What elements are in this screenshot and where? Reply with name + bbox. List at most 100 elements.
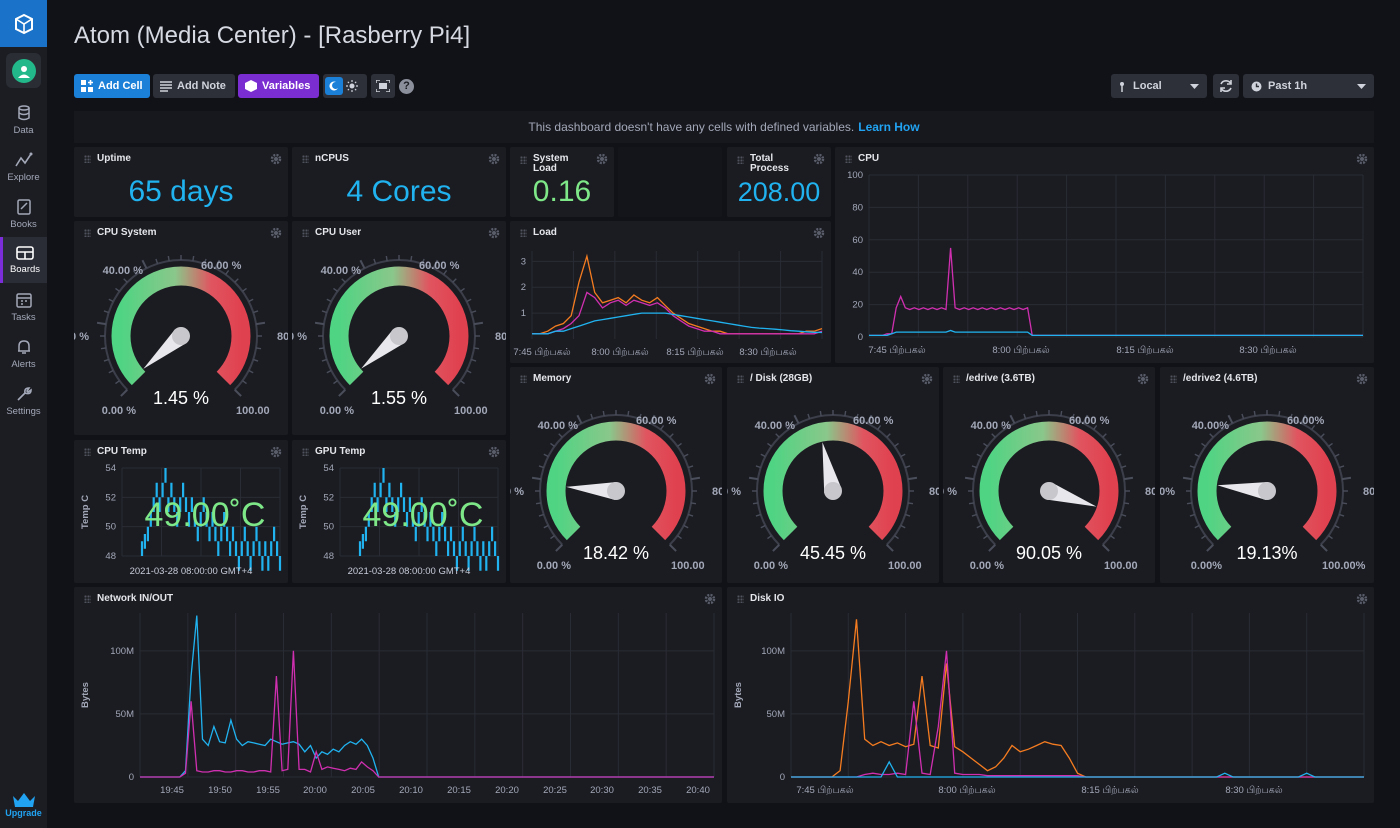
presentation-mode-button[interactable] (371, 74, 395, 98)
gauge-tick (1060, 410, 1063, 417)
gauge-tick (767, 535, 772, 540)
gear-icon[interactable] (596, 153, 608, 165)
page-title[interactable]: Atom (Media Center) - [Rasberry Pi4] (74, 22, 470, 50)
y-tick-label: 52 (323, 492, 334, 503)
sidebar-item-books[interactable]: Books (0, 191, 47, 237)
y-tick-label: 1 (521, 308, 526, 319)
gauge-label-0: 0.00 % (970, 560, 1004, 572)
gauge-tick (167, 255, 170, 262)
gauge-label-100: 100.00% (1322, 560, 1366, 572)
gauge-tick (1341, 476, 1352, 481)
drag-handle-icon[interactable] (302, 155, 309, 163)
y-tick-label: 60 (852, 235, 863, 246)
gauge-tick (1334, 524, 1340, 529)
drag-handle-icon[interactable] (737, 156, 744, 164)
gauge-tick (1121, 465, 1127, 469)
gauge-tick (677, 442, 682, 447)
gauge-label-80: 80 (929, 486, 939, 498)
cell-cpu-system: CPU System 40.00 %60.00 %20.00 %800.00 %… (74, 221, 288, 435)
theme-toggle[interactable] (323, 74, 367, 98)
gauge-tick (886, 433, 891, 438)
gauge-tick (96, 321, 107, 326)
gauge-tick (1116, 453, 1122, 458)
sidebar-item-alerts[interactable]: Alerts (0, 331, 47, 377)
fullscreen-icon (376, 80, 390, 92)
sidebar-item-settings[interactable]: Settings (0, 378, 47, 424)
gauge-tick (983, 535, 988, 540)
y-tick-label: 2 (521, 282, 526, 293)
sun-icon[interactable] (346, 80, 358, 92)
y-tick-label: 20 (852, 300, 863, 311)
variables-button[interactable]: Variables (238, 74, 319, 98)
sidebar-item-explore[interactable]: Explore (0, 144, 47, 190)
gauge-tick (688, 465, 694, 469)
gauge-tick (683, 524, 689, 529)
gauge-svg: 40.00% 60.00% 20.00% 80 0.00% 100.00% 19.13% (1160, 410, 1374, 572)
moon-icon[interactable] (325, 77, 343, 95)
gauge-tick (669, 544, 677, 552)
y-axis-label: Bytes (733, 682, 744, 708)
sidebar-item-boards[interactable]: Boards (0, 237, 47, 283)
user-avatar[interactable] (6, 53, 41, 88)
network-line-chart[interactable]: 100M 50M 0 19:45 19:50 19:55 20:00 20:05 20:10 20… (74, 587, 722, 803)
timezone-label: Local (1133, 80, 1162, 92)
gauge-tick (1009, 414, 1016, 424)
refresh-icon (1220, 80, 1232, 92)
clock-icon (1251, 81, 1262, 91)
gear-icon[interactable] (270, 153, 282, 165)
timezone-dropdown[interactable]: Local (1111, 74, 1207, 98)
stat-value: 208.00 (737, 177, 821, 207)
gauge-tick (1241, 413, 1245, 419)
upgrade-button[interactable]: Upgrade (0, 792, 47, 828)
gear-icon[interactable] (813, 153, 825, 165)
add-note-button[interactable]: Add Note (153, 74, 235, 98)
stat-value: 65 days (128, 175, 234, 208)
x-tick-label: 8:15 பிற்பகல் (1081, 785, 1138, 796)
help-icon[interactable]: ? (399, 79, 414, 94)
gauge-tick (1320, 433, 1325, 438)
gauge-tick (1201, 442, 1206, 447)
gauge-svg: 40.00 % 60.00 % 20.00 % 80 0.00 % 100.00 45.45… (727, 410, 939, 572)
gauge-tick (767, 442, 772, 447)
drag-handle-icon[interactable] (520, 156, 527, 164)
gauge-label-20: 20.00 % (727, 486, 741, 498)
sidebar-item-tasks[interactable]: Tasks (0, 284, 47, 330)
influx-logo-icon[interactable] (0, 0, 47, 47)
gauge-tick (410, 255, 413, 262)
gauge-tick (255, 321, 266, 326)
cell-disk: / Disk (28GB) 40.00 %60.00 %20.00 %800.0… (727, 367, 939, 583)
gauge-tick (326, 298, 332, 303)
gauge-tick (971, 465, 977, 469)
time-label: 2021-03-28 08:00:00 GMT+4 (348, 566, 471, 577)
y-tick-label: 0 (129, 772, 134, 783)
gauge-label-100: 100.00 (454, 405, 488, 417)
load-line-chart[interactable]: 3 2 1 7:45 பிற்பகல் 8:00 பிற்பகல் 8:15 பிற்பக… (510, 221, 831, 363)
gauge-label-60: 60.00% (1287, 415, 1325, 427)
time-range-dropdown[interactable]: Past 1h (1243, 74, 1374, 98)
sidebar-item-data[interactable]: Data (0, 97, 47, 143)
gauge-tick (748, 476, 759, 481)
gauge-tick (1334, 453, 1340, 458)
gauge-tick (1227, 414, 1234, 424)
x-tick-label: 8:00 பிற்பகல் (992, 345, 1049, 356)
gauge-tick (983, 442, 988, 447)
cell-title-line-2: Process (750, 163, 789, 174)
gauge-tick (535, 502, 542, 505)
gauge-tick (120, 389, 128, 397)
learn-how-link[interactable]: Learn How (858, 120, 919, 134)
chevron-down-icon (1190, 83, 1199, 89)
y-axis-label: Bytes (80, 682, 91, 708)
y-tick-label: 52 (105, 492, 116, 503)
drag-handle-icon[interactable] (84, 155, 91, 163)
y-tick-label: 48 (323, 551, 334, 562)
disk-io-line-chart[interactable]: 100M 50M 0 7:45 பிற்பகல் 8:00 பிற்பகல் 8:15 ப… (727, 587, 1374, 803)
x-tick-label: 7:45 பிற்பகல் (796, 785, 853, 796)
gauge-label-40: 40.00 % (538, 420, 579, 432)
refresh-button[interactable] (1213, 74, 1239, 98)
cpu-line-chart[interactable]: 100 80 60 40 20 0 7:45 பிற்பகல் 8:00 பிற்பகல் 8:… (835, 147, 1374, 363)
gauge-value: 45.45 % (800, 543, 866, 563)
x-tick-label: 8:00 பிற்பகல் (591, 347, 648, 358)
add-cell-button[interactable]: Add Cell (74, 74, 150, 98)
gear-icon[interactable] (488, 153, 500, 165)
gauge-tick (1102, 433, 1107, 438)
